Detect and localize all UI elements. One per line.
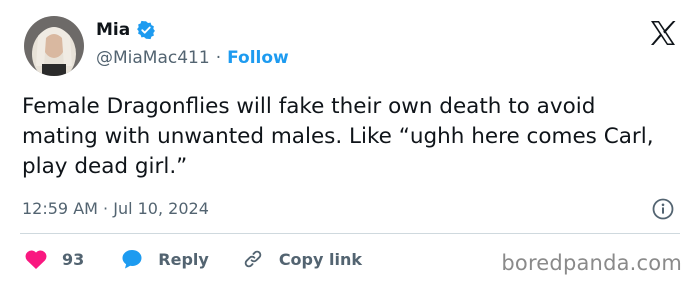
reply-label: Reply — [158, 249, 209, 269]
tweet-text: Female Dragonflies will fake their own d… — [22, 94, 654, 179]
info-icon[interactable] — [652, 198, 674, 220]
copy-link-button[interactable]: Copy link — [241, 248, 362, 270]
action-bar: 93 Reply Copy link — [24, 248, 362, 270]
like-button[interactable]: 93 — [24, 248, 84, 270]
separator-dot: · — [103, 199, 109, 218]
follow-button[interactable]: Follow — [227, 48, 289, 68]
link-icon — [244, 250, 262, 268]
avatar[interactable] — [24, 16, 84, 76]
user-name[interactable]: Mia — [96, 20, 130, 40]
separator-dot: · — [215, 48, 222, 68]
user-name-row: Mia — [96, 20, 156, 40]
reply-bubble-icon — [122, 250, 142, 269]
divider — [20, 233, 680, 234]
tweet-timestamp[interactable]: 12:59 AM · Jul 10, 2024 — [22, 199, 209, 218]
heart-icon — [25, 250, 47, 269]
reply-button[interactable]: Reply — [120, 248, 209, 270]
user-handle[interactable]: @MiaMac411 — [96, 48, 210, 68]
like-count: 93 — [62, 249, 85, 269]
copy-link-label: Copy link — [278, 249, 362, 269]
handle-row: @MiaMac411 · Follow — [96, 48, 289, 68]
tweet-date: Jul 10, 2024 — [113, 199, 209, 218]
tweet-time: 12:59 AM — [22, 199, 98, 218]
watermark: boredpanda.com — [501, 251, 682, 275]
x-logo-icon[interactable] — [648, 18, 678, 48]
verified-badge-icon — [136, 20, 156, 40]
